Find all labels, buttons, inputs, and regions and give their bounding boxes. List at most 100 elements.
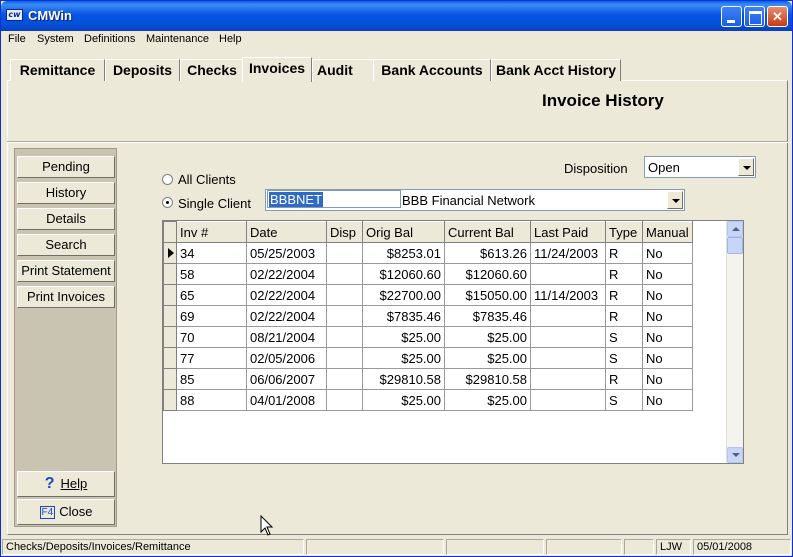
maximize-button[interactable] xyxy=(744,6,765,27)
table-cell[interactable]: $29810.58 xyxy=(362,368,445,390)
table-cell[interactable]: $8253.01 xyxy=(362,242,445,264)
table-cell[interactable]: R xyxy=(605,263,643,285)
menu-file[interactable]: File xyxy=(8,33,26,45)
table-cell[interactable]: 88 xyxy=(176,389,247,411)
table-cell[interactable]: $22700.00 xyxy=(362,284,445,306)
table-cell[interactable]: 85 xyxy=(176,368,247,390)
tab-bank-acct-history[interactable]: Bank Acct History xyxy=(491,59,621,81)
close-window-button[interactable]: ✕ xyxy=(767,6,788,27)
tab-checks[interactable]: Checks xyxy=(180,59,244,81)
col-disp[interactable]: Disp xyxy=(326,221,363,243)
table-cell[interactable]: $25.00 xyxy=(444,389,531,411)
client-code-field[interactable]: BBBNET xyxy=(267,190,401,208)
table-cell[interactable] xyxy=(326,263,363,285)
table-cell[interactable]: 70 xyxy=(176,326,247,348)
table-row[interactable]: 77 02/05/2006 $25.00 $25.00 S No xyxy=(163,347,693,369)
table-cell[interactable] xyxy=(326,389,363,411)
table-cell[interactable] xyxy=(530,347,606,369)
table-cell[interactable]: 05/25/2003 xyxy=(246,242,327,264)
menu-system[interactable]: System xyxy=(37,33,74,45)
table-cell[interactable]: 34 xyxy=(176,242,247,264)
single-client-radio[interactable] xyxy=(162,197,173,208)
invoice-grid[interactable]: Inv # Date Disp Orig Bal Current Bal Las… xyxy=(162,220,744,464)
table-cell[interactable]: $29810.58 xyxy=(444,368,531,390)
table-cell[interactable]: 65 xyxy=(176,284,247,306)
all-clients-radio[interactable] xyxy=(162,174,173,185)
print-invoices-button[interactable]: Print Invoices xyxy=(17,286,115,308)
table-cell[interactable] xyxy=(326,368,363,390)
table-cell[interactable]: $7835.46 xyxy=(362,305,445,327)
table-cell[interactable] xyxy=(326,347,363,369)
table-cell[interactable]: 02/05/2006 xyxy=(246,347,327,369)
search-button[interactable]: Search xyxy=(17,234,115,256)
table-cell[interactable]: 06/06/2007 xyxy=(246,368,327,390)
disposition-select[interactable]: Open xyxy=(644,156,756,178)
table-cell[interactable]: 02/22/2004 xyxy=(246,263,327,285)
table-cell[interactable]: 02/22/2004 xyxy=(246,284,327,306)
table-cell[interactable]: R xyxy=(605,242,643,264)
menu-definitions[interactable]: Definitions xyxy=(84,33,135,45)
pending-button[interactable]: Pending xyxy=(17,156,115,178)
menu-maintenance[interactable]: Maintenance xyxy=(146,33,209,45)
table-cell[interactable]: $15050.00 xyxy=(444,284,531,306)
col-type[interactable]: Type xyxy=(605,221,643,243)
tab-deposits[interactable]: Deposits xyxy=(105,59,180,81)
row-indicator[interactable] xyxy=(163,284,177,306)
table-cell[interactable]: No xyxy=(642,368,693,390)
tab-audit[interactable]: Audit xyxy=(312,59,374,81)
history-button[interactable]: History xyxy=(17,182,115,204)
col-manual[interactable]: Manual xyxy=(642,221,693,243)
table-cell[interactable]: $25.00 xyxy=(362,389,445,411)
table-row[interactable]: 34 05/25/2003 $8253.01 $613.26 11/24/2003 R No xyxy=(163,242,693,264)
scroll-thumb[interactable] xyxy=(727,237,743,254)
table-cell[interactable]: S xyxy=(605,389,643,411)
chevron-down-icon[interactable] xyxy=(738,158,754,176)
table-cell[interactable] xyxy=(530,305,606,327)
table-row[interactable]: 69 02/22/2004 $7835.46 $7835.46 R No xyxy=(163,305,693,327)
table-cell[interactable]: 11/14/2003 xyxy=(530,284,606,306)
table-cell[interactable] xyxy=(326,242,363,264)
tab-remittance[interactable]: Remittance xyxy=(10,59,105,81)
vertical-scrollbar[interactable] xyxy=(726,221,743,463)
close-button[interactable]: F4 Close xyxy=(17,499,115,525)
table-cell[interactable] xyxy=(326,284,363,306)
table-cell[interactable] xyxy=(326,326,363,348)
chevron-down-icon[interactable] xyxy=(667,191,683,209)
table-row[interactable]: 88 04/01/2008 $25.00 $25.00 S No xyxy=(163,389,693,411)
table-cell[interactable]: 08/21/2004 xyxy=(246,326,327,348)
table-cell[interactable]: $25.00 xyxy=(444,326,531,348)
row-indicator[interactable] xyxy=(163,368,177,390)
table-cell[interactable] xyxy=(326,305,363,327)
table-cell[interactable]: $25.00 xyxy=(362,347,445,369)
table-cell[interactable] xyxy=(530,389,606,411)
col-orig-bal[interactable]: Orig Bal xyxy=(362,221,445,243)
table-cell[interactable]: No xyxy=(642,242,693,264)
row-indicator[interactable] xyxy=(163,263,177,285)
table-cell[interactable] xyxy=(530,263,606,285)
table-row[interactable]: 85 06/06/2007 $29810.58 $29810.58 R No xyxy=(163,368,693,390)
print-statement-button[interactable]: Print Statement xyxy=(17,260,115,282)
table-row[interactable]: 70 08/21/2004 $25.00 $25.00 S No xyxy=(163,326,693,348)
table-row[interactable]: 65 02/22/2004 $22700.00 $15050.00 11/14/2003… xyxy=(163,284,693,306)
table-cell[interactable]: S xyxy=(605,326,643,348)
table-cell[interactable]: $613.26 xyxy=(444,242,531,264)
row-indicator[interactable] xyxy=(163,326,177,348)
table-cell[interactable]: 77 xyxy=(176,347,247,369)
table-cell[interactable]: $12060.60 xyxy=(362,263,445,285)
table-cell[interactable]: R xyxy=(605,305,643,327)
table-row[interactable]: 58 02/22/2004 $12060.60 $12060.60 R No xyxy=(163,263,693,285)
table-cell[interactable]: $7835.46 xyxy=(444,305,531,327)
table-cell[interactable]: 58 xyxy=(176,263,247,285)
table-cell[interactable]: $12060.60 xyxy=(444,263,531,285)
scroll-up-icon[interactable] xyxy=(727,221,743,237)
tab-bank-accounts[interactable]: Bank Accounts xyxy=(373,59,491,81)
table-cell[interactable]: $25.00 xyxy=(362,326,445,348)
minimize-button[interactable] xyxy=(721,6,742,27)
row-indicator[interactable] xyxy=(163,389,177,411)
table-cell[interactable]: S xyxy=(605,347,643,369)
tab-invoices[interactable]: Invoices xyxy=(242,57,312,82)
menu-help[interactable]: Help xyxy=(219,33,242,45)
table-cell[interactable]: No xyxy=(642,347,693,369)
details-button[interactable]: Details xyxy=(17,208,115,230)
table-cell[interactable]: R xyxy=(605,284,643,306)
